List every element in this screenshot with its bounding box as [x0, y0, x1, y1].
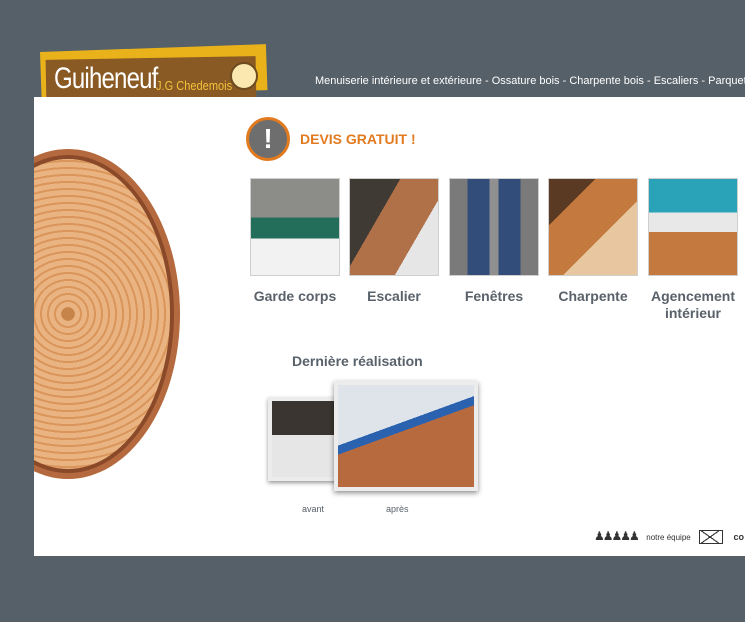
before-photo[interactable]	[268, 397, 342, 481]
team-link[interactable]: ♟♟♟♟♟ notre équipe	[594, 527, 691, 545]
category-label[interactable]: Garde corps	[250, 288, 340, 305]
derniere-realisation-title: Dernière réalisation	[292, 353, 423, 369]
logo-brand-sub: J.G Chedemois	[156, 78, 233, 93]
main-panel: ! DEVIS GRATUIT ! Garde corps Escalier F…	[34, 97, 745, 556]
before-caption: avant	[302, 504, 325, 514]
after-caption: après	[386, 504, 409, 514]
category-charpente[interactable]: Charpente	[548, 178, 638, 305]
category-label[interactable]: Agencement intérieur	[648, 288, 738, 322]
fenetres-photo[interactable]	[449, 178, 539, 276]
agencement-photo[interactable]	[648, 178, 738, 276]
devis-label: DEVIS GRATUIT !	[300, 131, 416, 147]
top-navigation[interactable]: Menuiserie intérieure et extérieure - Os…	[315, 75, 745, 87]
category-label[interactable]: Fenêtres	[449, 288, 539, 305]
category-label[interactable]: Charpente	[548, 288, 638, 305]
logo-seal-icon	[230, 62, 258, 90]
category-label[interactable]: Escalier	[349, 288, 439, 305]
category-garde-corps[interactable]: Garde corps	[250, 178, 340, 305]
after-photo[interactable]	[334, 381, 478, 491]
garde-corps-photo[interactable]	[250, 178, 340, 276]
exclamation-icon: !	[246, 117, 290, 161]
contact-label: co	[733, 531, 744, 542]
category-escalier[interactable]: Escalier	[349, 178, 439, 305]
logo-brand-name: Guiheneuf	[54, 62, 158, 95]
envelope-icon	[699, 529, 723, 544]
escalier-photo[interactable]	[349, 178, 439, 276]
wood-log-image	[34, 149, 180, 479]
category-fenetres[interactable]: Fenêtres	[449, 178, 539, 305]
team-label: notre équipe	[646, 533, 691, 542]
team-silhouettes-icon: ♟♟♟♟♟	[594, 529, 640, 543]
charpente-photo[interactable]	[548, 178, 638, 276]
contact-link[interactable]: co	[699, 528, 744, 546]
category-agencement-interieur[interactable]: Agencement intérieur	[648, 178, 738, 322]
